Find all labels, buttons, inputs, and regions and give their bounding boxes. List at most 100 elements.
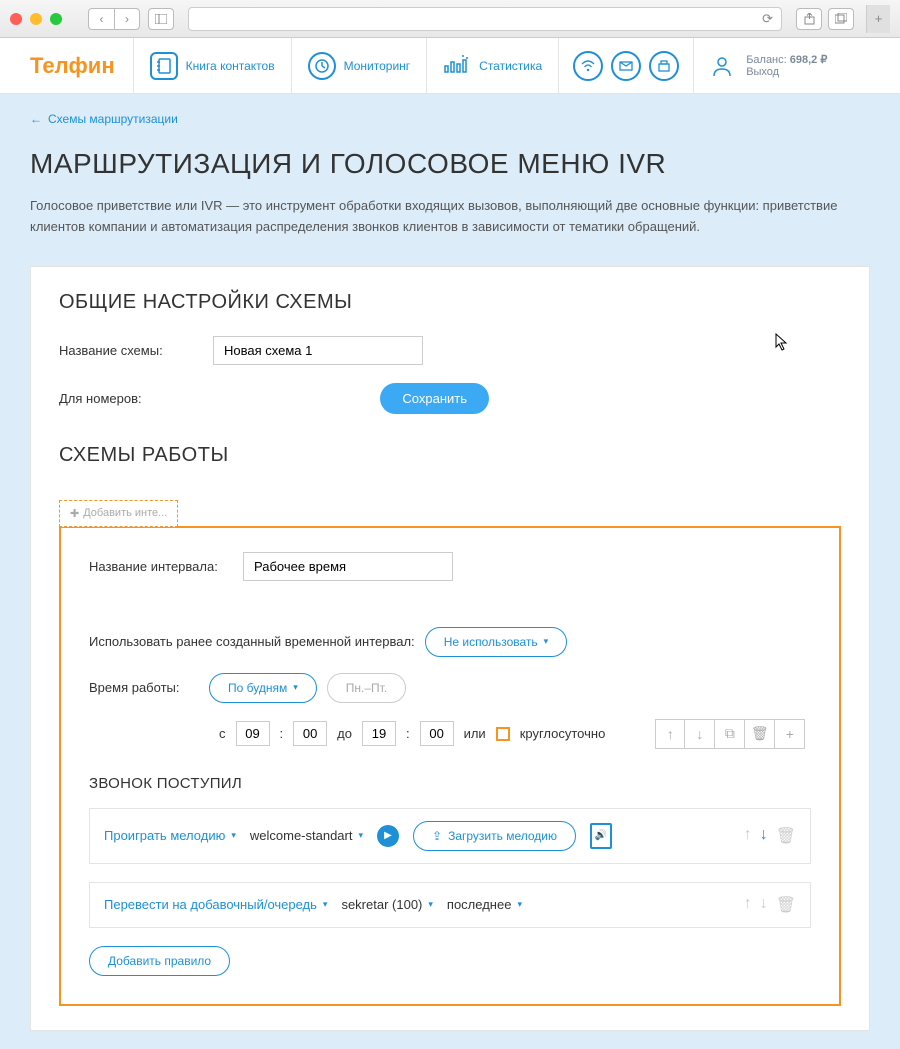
rule1-action-label: Проиграть мелодию [104,828,225,843]
save-button[interactable]: Сохранить [380,383,489,414]
user-icon [708,52,736,80]
days-range-value: Пн.–Пт. [346,681,387,695]
logo[interactable]: Телфин [30,53,115,79]
upload-melody-button[interactable]: ⇪ Загрузить мелодию [413,821,576,851]
chevron-down-icon: ▾ [293,682,298,693]
cursor-icon [775,333,789,356]
move-up-icon[interactable]: ↑ [655,719,685,749]
contacts-icon [150,52,178,80]
general-card: ОБЩИЕ НАСТРОЙКИ СХЕМЫ Название схемы: Дл… [30,266,870,1031]
time-row-actions: ↑ ↓ ⧉ 🗑 + [655,719,805,749]
rule1-action-dropdown[interactable]: Проиграть мелодию ▾ [104,828,236,843]
chevron-down-icon: ▾ [517,899,522,910]
all-day-checkbox[interactable] [496,727,510,741]
weekdays-dropdown[interactable]: По будням ▾ [209,673,317,703]
use-existing-dropdown[interactable]: Не использовать ▾ [425,627,568,657]
nav-label: Мониторинг [344,59,411,73]
add-icon[interactable]: + [775,719,805,749]
back-arrow-icon: ← [30,112,42,126]
rule2-mode-dropdown[interactable]: последнее ▾ [447,897,522,912]
add-interval-label: Добавить инте... [83,507,167,519]
scheme-name-input[interactable] [213,336,423,365]
statistics-icon [443,54,471,77]
rule2-action-dropdown[interactable]: Перевести на добавочный/очередь ▾ [104,897,327,912]
schedules-heading: СХЕМЫ РАБОТЫ [59,444,841,467]
for-numbers-label: Для номеров: [59,391,199,406]
copy-icon[interactable]: ⧉ [715,719,745,749]
to-hour-input[interactable] [362,721,396,746]
use-existing-label: Использовать ранее созданный временной и… [89,634,415,649]
interval-name-label: Название интервала: [89,559,229,574]
balance-value: 698,2 ₽ [790,54,828,66]
page-content: ← Схемы маршрутизации МАРШРУТИЗАЦИЯ И ГО… [0,94,900,1049]
tab-strip: ✚ Добавить инте... [59,499,841,526]
delete-icon[interactable]: 🗑 [776,895,796,915]
rule1-melody-dropdown[interactable]: welcome-standart ▾ [250,828,363,843]
chevron-down-icon: ▾ [544,636,549,647]
delete-icon[interactable]: 🗑 [776,826,796,846]
balance-label: Баланс: [746,54,787,66]
move-down-icon[interactable]: ↓ [685,719,715,749]
top-nav: Телфин Книга контактов Мониторинг Статис… [0,38,900,94]
browser-chrome: ‹ › ⟳ + [0,0,900,38]
url-bar[interactable]: ⟳ [188,7,782,31]
from-label: с [219,726,226,741]
all-day-label: круглосуточно [520,726,606,741]
general-heading: ОБЩИЕ НАСТРОЙКИ СХЕМЫ [59,291,841,314]
interval-name-input[interactable] [243,552,453,581]
delete-icon[interactable]: 🗑 [745,719,775,749]
forward-button[interactable]: › [114,8,140,30]
upload-label: Загрузить мелодию [448,829,557,843]
rule-row-2: Перевести на добавочный/очередь ▾ sekret… [89,882,811,928]
monitoring-icon [308,52,336,80]
traffic-close[interactable] [10,13,22,25]
chevron-down-icon: ▾ [323,899,328,910]
nav-monitoring[interactable]: Мониторинг [291,38,427,94]
days-range-button[interactable]: Пн.–Пт. [327,673,406,703]
rule2-target-label: sekretar (100) [341,897,422,912]
plus-icon: ✚ [70,507,79,520]
work-time-label: Время работы: [89,680,199,695]
rule2-target-dropdown[interactable]: sekretar (100) ▾ [341,897,432,912]
back-button[interactable]: ‹ [88,8,114,30]
page-description: Голосовое приветствие или IVR — это инст… [30,196,870,238]
breadcrumb[interactable]: ← Схемы маршрутизации [30,112,870,126]
move-down-icon[interactable]: ↓ [760,895,768,915]
or-label: или [464,726,486,741]
add-rule-button[interactable]: Добавить правило [89,946,230,976]
rule2-action-label: Перевести на добавочный/очередь [104,897,317,912]
upload-icon: ⇪ [432,829,442,843]
nav-label: Статистика [479,59,542,73]
sidebar-toggle[interactable] [148,8,174,30]
breadcrumb-label: Схемы маршрутизации [48,112,178,126]
scheme-name-label: Название схемы: [59,343,199,358]
from-min-input[interactable] [293,721,327,746]
reload-icon[interactable]: ⟳ [762,11,773,27]
interval-panel: Название интервала: Использовать ранее с… [59,526,841,1006]
share-icon[interactable] [796,8,822,30]
move-down-icon[interactable]: ↓ [760,826,768,846]
move-up-icon[interactable]: ↑ [744,895,752,915]
add-interval-tab[interactable]: ✚ Добавить инте... [59,500,178,527]
to-label: до [337,726,352,741]
mail-icon[interactable] [611,51,641,81]
rule-row-1: Проиграть мелодию ▾ welcome-standart ▾ ▶… [89,808,811,864]
fax-icon[interactable] [649,51,679,81]
logout-link[interactable]: Выход [746,66,827,78]
move-up-icon[interactable]: ↑ [744,826,752,846]
new-tab-button[interactable]: + [866,5,890,33]
to-min-input[interactable] [420,721,454,746]
chevron-down-icon: ▾ [358,830,363,841]
audio-file-icon[interactable]: 🔊 [590,823,612,849]
wifi-icon[interactable] [573,51,603,81]
nav-statistics[interactable]: Статистика [426,38,558,94]
rule1-melody-label: welcome-standart [250,828,353,843]
weekdays-value: По будням [228,681,287,695]
traffic-min[interactable] [30,13,42,25]
account-block: Баланс: 698,2 ₽ Выход [693,38,841,94]
nav-contacts[interactable]: Книга контактов [133,38,291,94]
from-hour-input[interactable] [236,721,270,746]
play-icon[interactable]: ▶ [377,825,399,847]
tabs-icon[interactable] [828,8,854,30]
traffic-max[interactable] [50,13,62,25]
